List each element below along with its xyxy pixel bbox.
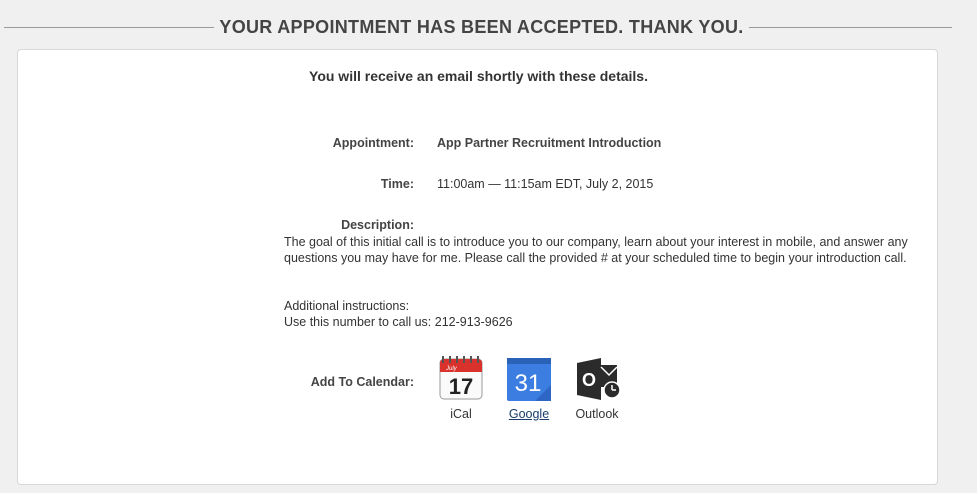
ical-month-text: July bbox=[445, 366, 458, 372]
additional-instructions: Additional instructions: Use this number… bbox=[284, 298, 924, 330]
time-label: Time: bbox=[380, 177, 414, 191]
confirmation-header: YOUR APPOINTMENT HAS BEEN ACCEPTED. THAN… bbox=[4, 11, 952, 43]
ical-caption[interactable]: iCal bbox=[426, 407, 496, 421]
google-day-text: 31 bbox=[515, 370, 542, 397]
appointment-value: App Partner Recruitment Introduction bbox=[437, 136, 662, 150]
ical-day-text: 17 bbox=[449, 374, 473, 399]
outlook-icon[interactable]: O bbox=[573, 355, 621, 403]
header-rule-left bbox=[4, 27, 214, 28]
google-calendar-icon[interactable]: 31 bbox=[505, 355, 553, 403]
description-text: The goal of this initial call is to intr… bbox=[284, 235, 908, 265]
outlook-letter-text: O bbox=[582, 370, 596, 390]
additional-instructions-heading: Additional instructions: bbox=[284, 299, 410, 313]
outlook-caption[interactable]: Outlook bbox=[562, 407, 632, 421]
add-to-google-calendar-button[interactable]: 31 Google bbox=[494, 355, 564, 421]
add-to-calendar-label: Add To Calendar: bbox=[310, 375, 414, 389]
email-notice: You will receive an email shortly with t… bbox=[309, 68, 648, 84]
ical-icon[interactable]: July 17 bbox=[437, 355, 485, 403]
header-rule-right bbox=[749, 27, 952, 28]
google-caption-link[interactable]: Google bbox=[494, 407, 564, 421]
description-label: Description: bbox=[341, 218, 414, 232]
add-to-ical-button[interactable]: July 17 iCal bbox=[426, 355, 496, 421]
page: YOUR APPOINTMENT HAS BEEN ACCEPTED. THAN… bbox=[0, 0, 977, 493]
appointment-details-card: You will receive an email shortly with t… bbox=[17, 49, 938, 485]
add-to-outlook-button[interactable]: O Outlook bbox=[562, 355, 632, 421]
page-title: YOUR APPOINTMENT HAS BEEN ACCEPTED. THAN… bbox=[219, 17, 744, 37]
additional-instructions-text: Use this number to call us: 212-913-9626 bbox=[284, 315, 513, 329]
appointment-label: Appointment: bbox=[332, 136, 414, 150]
time-value: 11:00am — 11:15am EDT, July 2, 2015 bbox=[437, 177, 654, 191]
